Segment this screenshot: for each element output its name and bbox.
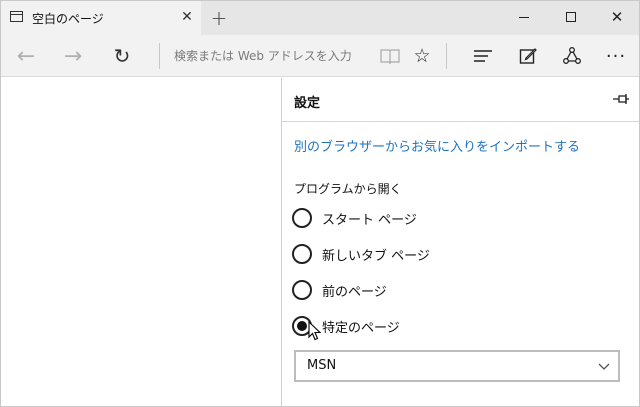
favorite-button[interactable]: ☆ xyxy=(407,41,437,71)
tab-close-button[interactable]: ✕ xyxy=(177,7,197,27)
settings-header: 設定 xyxy=(282,78,639,122)
select-value: MSN xyxy=(307,358,337,373)
import-favorites-link[interactable]: 別のブラウザーからお気に入りをインポートする xyxy=(294,136,580,155)
web-note-icon[interactable] xyxy=(513,41,543,71)
maximize-button[interactable] xyxy=(548,1,594,33)
address-bar[interactable]: 検索または Web アドレスを入力 xyxy=(174,47,352,64)
radio-previous-pages[interactable] xyxy=(292,280,312,300)
option-label: 前のページ xyxy=(322,284,387,300)
option-label: 特定のページ xyxy=(322,320,400,336)
mouse-cursor-icon xyxy=(308,321,322,341)
toolbar-divider xyxy=(446,43,447,69)
close-window-button[interactable]: ✕ xyxy=(594,1,640,33)
settings-title: 設定 xyxy=(294,96,321,111)
new-tab-button[interactable]: + xyxy=(207,6,231,30)
option-previous-pages[interactable]: 前のページ xyxy=(292,278,387,302)
option-new-tab-page[interactable]: 新しいタブ ページ xyxy=(292,242,430,266)
forward-button[interactable]: → xyxy=(58,41,88,71)
option-label: 新しいタブ ページ xyxy=(322,248,430,264)
minimize-icon xyxy=(519,16,529,18)
more-button[interactable]: ··· xyxy=(601,41,631,71)
open-with-label: プログラムから開く xyxy=(294,182,402,196)
option-start-page[interactable]: スタート ページ xyxy=(292,206,417,230)
tab-title: 空白のページ xyxy=(32,12,104,26)
reading-view-icon[interactable] xyxy=(375,41,405,71)
radio-new-tab-page[interactable] xyxy=(292,244,312,264)
share-icon[interactable] xyxy=(557,41,587,71)
browser-window: 空白のページ ✕ + ✕ ← → ↻ 検索または Web アドレスを入力 ☆ ·… xyxy=(0,0,640,407)
hub-icon[interactable] xyxy=(468,41,498,71)
refresh-button[interactable]: ↻ xyxy=(107,41,137,71)
title-bar: 空白のページ ✕ + ✕ xyxy=(1,1,639,35)
page-content xyxy=(1,78,281,406)
option-label: スタート ページ xyxy=(322,212,417,228)
specific-page-select[interactable]: MSN xyxy=(294,350,620,382)
back-button[interactable]: ← xyxy=(11,41,41,71)
minimize-button[interactable] xyxy=(501,1,547,33)
pin-icon[interactable] xyxy=(612,92,630,106)
tab-blank-page[interactable]: 空白のページ ✕ xyxy=(1,1,201,35)
chevron-down-icon xyxy=(598,363,610,370)
maximize-icon xyxy=(566,12,576,22)
toolbar-divider xyxy=(159,43,160,69)
toolbar: ← → ↻ 検索または Web アドレスを入力 ☆ ··· xyxy=(1,35,639,77)
page-icon xyxy=(10,11,23,22)
radio-start-page[interactable] xyxy=(292,208,312,228)
settings-pane: 設定 別のブラウザーからお気に入りをインポートする プログラムから開く スタート… xyxy=(281,78,639,406)
